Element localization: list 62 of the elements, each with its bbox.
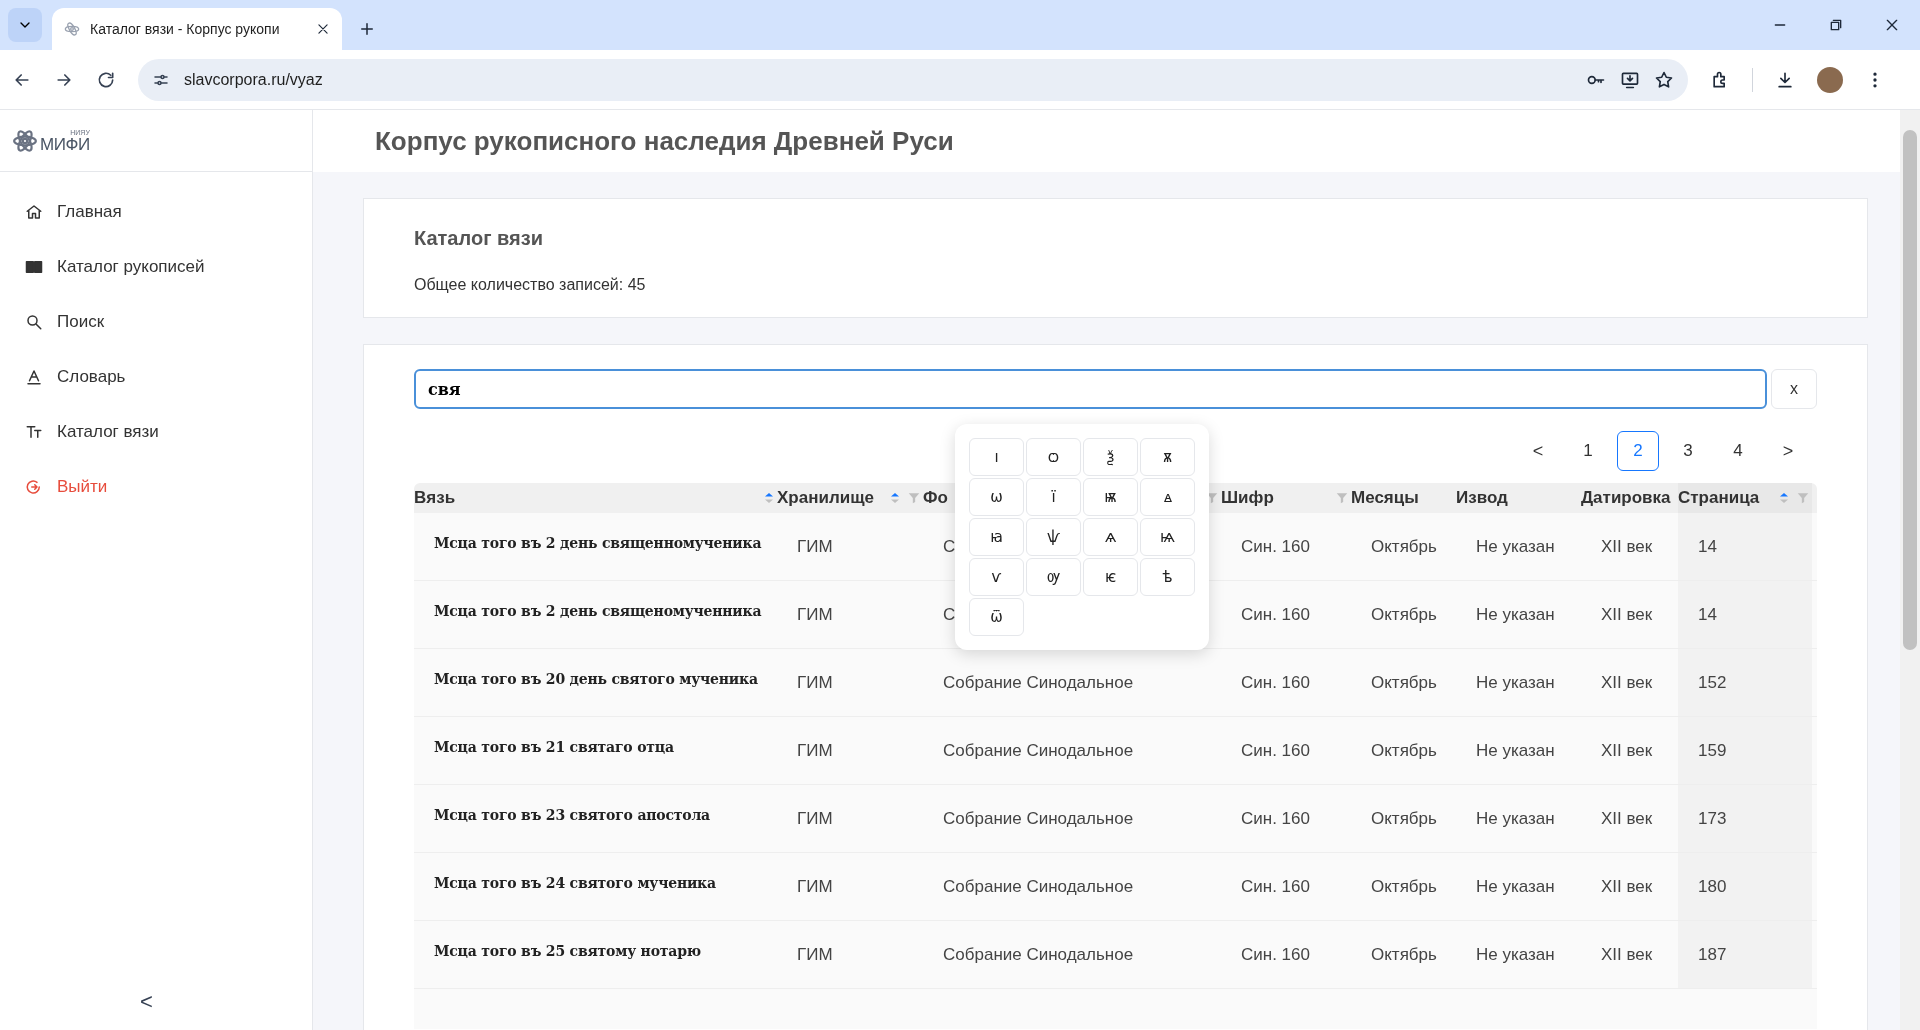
ligature-text: Мсца того въ 2 день священомученника: [433, 602, 762, 621]
table-cell-text: Син. 160: [1240, 739, 1310, 762]
table-cell-text: Не указан: [1475, 603, 1555, 626]
table-cell-text: Собрание Синодальное: [942, 671, 1134, 694]
table-cell-text: ГИМ: [796, 739, 833, 762]
table-cell-text: Не указан: [1475, 671, 1555, 694]
table-cell-text: 159: [1697, 739, 1727, 762]
table-cell-text: XII век: [1600, 671, 1653, 694]
ligature-text: Мсца того въ 24 святого мученика: [433, 874, 716, 893]
table-cell-text: С: [942, 535, 956, 558]
ligature-text: Мсца того въ 2 день священномученика: [433, 534, 762, 553]
table-cell-text: Син. 160: [1240, 603, 1310, 626]
table-cell-text: Октябрь: [1370, 671, 1437, 694]
table-cell-text: ГИМ: [796, 943, 833, 966]
table-cell-text: Син. 160: [1240, 671, 1310, 694]
table-cell-text: XII век: [1600, 943, 1653, 966]
table-cell-text: XII век: [1600, 807, 1653, 830]
table-cell-text: 14: [1697, 535, 1717, 558]
table-cell-text: Октябрь: [1370, 875, 1437, 898]
table-cell-text: XII век: [1600, 739, 1653, 762]
table-cell-text: Син. 160: [1240, 807, 1310, 830]
table-cell-text: ГИМ: [796, 807, 833, 830]
ligature-text: Мсца того въ 23 святого апостола: [433, 806, 710, 825]
table-cell-text: Син. 160: [1240, 875, 1310, 898]
table-cell-text: 173: [1697, 807, 1727, 830]
table-cell-text: Не указан: [1475, 875, 1555, 898]
table-cell-text: Син. 160: [1240, 943, 1310, 966]
table-cell-text: ГИМ: [796, 603, 833, 626]
table-cell-text: XII век: [1600, 603, 1653, 626]
table-cell-text: С: [942, 603, 956, 626]
table-cell-text: 187: [1697, 943, 1727, 966]
table-cell-text: ГИМ: [796, 875, 833, 898]
table-cell-text: Октябрь: [1370, 807, 1437, 830]
table-cell-text: Октябрь: [1370, 603, 1437, 626]
table-cell-text: Октябрь: [1370, 943, 1437, 966]
table-cell-text: ГИМ: [796, 671, 833, 694]
table-cell-text: Не указан: [1475, 943, 1555, 966]
table-cell-text: ГИМ: [796, 535, 833, 558]
ligature-text: Мсца того въ 20 день святого мученика: [433, 670, 758, 689]
ligature-text: Мсца того въ 21 святаго отца: [433, 738, 674, 757]
table-cell-text: Не указан: [1475, 739, 1555, 762]
record-count: Общее количество записей: 45: [414, 275, 647, 295]
table-cell-text: 14: [1697, 603, 1717, 626]
table-cell-text: XII век: [1600, 535, 1653, 558]
page-title: Корпус рукописного наследия Древней Руси: [375, 124, 954, 158]
table-cell-text: Октябрь: [1370, 739, 1437, 762]
table-cell-text: Син. 160: [1240, 535, 1310, 558]
url-text: slavcorpora.ru/vyaz: [184, 69, 324, 90]
table-cell-text: Не указан: [1475, 535, 1555, 558]
table-cell-text: XII век: [1600, 875, 1653, 898]
table-cell-text: Октябрь: [1370, 535, 1437, 558]
table-cell-text: Собрание Синодальное: [942, 943, 1134, 966]
table-cell-text: 152: [1697, 671, 1727, 694]
table-cell-text: Собрание Синодальное: [942, 739, 1134, 762]
table-cell-text: 180: [1697, 875, 1727, 898]
ligature-text: Мсца того въ 25 святому нотарю: [433, 942, 701, 961]
table-cell-text: Не указан: [1475, 807, 1555, 830]
logo-text: МИФИ: [40, 135, 90, 153]
table-cell-text: Собрание Синодальное: [942, 875, 1134, 898]
tab-title: Каталог вязи - Корпус рукопи: [90, 19, 281, 39]
section-title: Каталог вязи: [414, 226, 544, 251]
table-cell-text: Собрание Синодальное: [942, 807, 1134, 830]
